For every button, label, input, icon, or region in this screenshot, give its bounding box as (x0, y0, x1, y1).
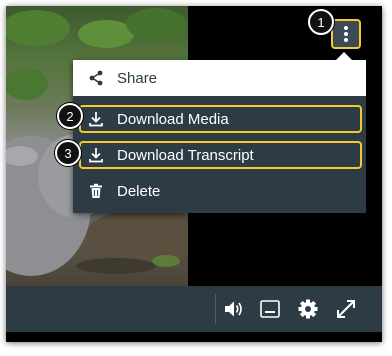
more-options-button[interactable] (331, 19, 361, 49)
options-menu: Share Download Media Download Transcript (73, 52, 366, 213)
menu-item-share[interactable]: Share (73, 60, 366, 96)
callout-2: 2 (57, 103, 83, 129)
fullscreen-button[interactable] (331, 294, 361, 324)
captions-icon (260, 300, 280, 318)
player-controls (6, 286, 382, 332)
trash-icon (87, 182, 105, 200)
media-player: Share Download Media Download Transcript (6, 6, 382, 342)
menu-item-download-media[interactable]: Download Media (73, 102, 366, 136)
menu-item-download-transcript[interactable]: Download Transcript (73, 138, 366, 172)
volume-button[interactable] (219, 294, 249, 324)
settings-button[interactable] (293, 294, 323, 324)
menu-item-label: Download Transcript (117, 146, 254, 164)
captions-button[interactable] (255, 294, 285, 324)
callout-1: 1 (308, 9, 334, 35)
volume-icon (225, 301, 242, 317)
menu-item-label: Share (117, 69, 158, 87)
menu-item-delete[interactable]: Delete (73, 174, 366, 208)
menu-item-label: Delete (117, 182, 161, 200)
settings-icon (298, 299, 318, 319)
menu-item-label: Download Media (117, 110, 229, 128)
share-icon (87, 69, 105, 87)
fullscreen-icon (337, 300, 355, 318)
kebab-icon (344, 26, 348, 42)
callout-3: 3 (55, 140, 81, 166)
download-icon (87, 146, 105, 164)
download-icon (87, 110, 105, 128)
divider (215, 294, 216, 324)
